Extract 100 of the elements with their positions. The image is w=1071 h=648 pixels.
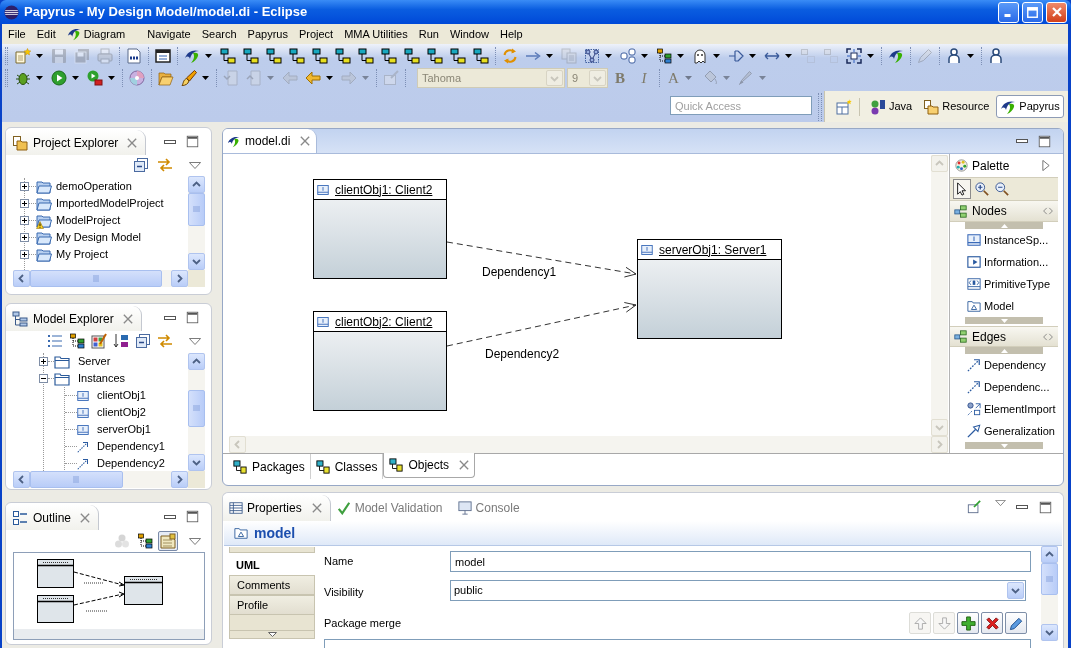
perspective-button[interactable]: Papyrus [996,95,1064,118]
maximize-icon[interactable] [1038,134,1051,148]
view-tab[interactable]: Model Validation [330,495,452,521]
palette-tool-button[interactable] [973,179,991,199]
palette-drawer-header[interactable]: Edges [950,326,1058,347]
close-icon[interactable] [122,313,133,324]
tree-item[interactable]: clientObj2 [77,404,149,421]
link-arrows-icon[interactable] [157,333,173,349]
palette-item[interactable]: ElementImport [950,398,1058,420]
collapse-all-icon[interactable] [135,333,151,349]
tree-item[interactable]: ModelProject [36,212,124,229]
scroll-right-button[interactable] [171,270,188,287]
list-icon[interactable] [47,333,63,349]
list-action-button[interactable] [981,612,1003,634]
editor-tab[interactable]: model.di [223,129,318,153]
tree-item[interactable]: My Project [36,246,111,263]
expand-icon[interactable] [20,199,29,208]
palette-item[interactable]: Dependenc... [950,376,1058,398]
scroll-down-button[interactable] [188,253,205,270]
minimize-icon[interactable] [164,139,176,144]
tree-item[interactable]: My Design Model [36,229,144,246]
view-menu-icon[interactable] [995,500,1006,506]
menu-item[interactable]: MMA Utilities [339,24,414,44]
tree-item[interactable]: ImportedModelProject [36,195,167,212]
palette-item[interactable]: Dependency [950,354,1058,376]
menu-item[interactable]: Search [196,24,243,44]
expand-icon[interactable] [39,357,48,366]
section-tab[interactable]: Comments [229,575,315,595]
vertical-scrollbar[interactable] [188,353,205,471]
tree-item[interactable]: demoOperation [36,178,135,195]
scrollbar-thumb[interactable] [188,193,205,226]
scroll-down-button[interactable] [1041,624,1058,641]
view-menu-icon[interactable] [189,337,201,345]
scrollbar-thumb[interactable] [30,270,162,287]
menu-item[interactable]: Help [495,24,529,44]
link-arrows-icon[interactable] [157,157,173,173]
expand-icon[interactable] [20,216,29,225]
section-tab[interactable]: Profile [229,595,315,615]
minimize-icon[interactable] [164,315,176,320]
view-menu-icon[interactable] [189,161,201,169]
scroll-up-button[interactable] [188,176,205,193]
view-tab[interactable]: Outline [6,505,100,530]
close-icon[interactable] [311,503,322,513]
scroll-left-button[interactable] [13,471,30,488]
menu-item[interactable]: Diagram [61,24,143,44]
combo-box[interactable]: public [450,580,1026,601]
horizontal-scrollbar[interactable] [13,471,188,488]
list-action-button[interactable] [1005,612,1027,634]
vertical-scrollbar[interactable] [1041,546,1058,641]
view-tab[interactable]: Console [451,495,529,521]
maximize-icon[interactable] [186,510,199,523]
minimize-button[interactable] [998,1,1019,23]
page-tab[interactable]: Objects [383,453,476,478]
close-icon[interactable] [80,512,91,523]
dropdown-button[interactable] [1007,582,1024,599]
tree-item[interactable]: serverObj1 [77,421,154,438]
palette-drawer-header[interactable]: Nodes [950,201,1058,222]
maximize-icon[interactable] [186,135,199,148]
expand-icon[interactable] [20,182,29,191]
tree-item[interactable]: clientObj1 [77,387,149,404]
text-field[interactable]: model [450,551,1031,572]
palette-item[interactable]: Model [950,295,1058,317]
tree-icon[interactable] [69,333,85,349]
view-tab[interactable]: Project Explorer [6,130,147,155]
vertical-scrollbar[interactable] [188,176,205,270]
expand-icon[interactable] [20,233,29,242]
maximize-button[interactable] [1022,1,1043,23]
view-tab[interactable]: Properties [223,495,331,521]
menu-item[interactable]: Project [293,24,340,44]
minimize-icon[interactable] [164,514,176,519]
quick-access-field[interactable]: Quick Access [670,96,812,115]
scroll-down-button[interactable] [188,454,205,471]
tree-item[interactable]: Dependency1 [77,438,168,455]
palette-item[interactable]: PrimitiveType [950,273,1058,295]
close-icon[interactable] [300,136,311,146]
scrollbar-thumb[interactable] [1041,563,1058,595]
perspective-button[interactable]: Java [866,95,917,118]
maximize-icon[interactable] [186,311,199,324]
menu-item[interactable]: Papyrus [242,24,294,44]
close-button[interactable] [1046,1,1067,23]
expand-icon[interactable] [20,250,29,259]
list-action-button[interactable] [957,612,979,634]
menu-item[interactable]: Edit [31,24,62,44]
horizontal-scrollbar[interactable] [13,270,188,287]
perspective-button[interactable]: Resource [919,95,994,118]
palette-item[interactable]: Information... [950,251,1058,273]
close-icon[interactable] [127,137,138,148]
scrollbar-thumb[interactable] [30,471,123,488]
menu-item[interactable]: Run [413,24,445,44]
palette-tool-button[interactable] [953,179,971,199]
sort-icon[interactable] [113,333,129,349]
view-tab[interactable]: Model Explorer [6,306,142,331]
triangle-icon[interactable] [1042,160,1050,171]
pin-icon[interactable] [967,500,981,514]
minimize-icon[interactable] [1016,505,1028,509]
tree-item[interactable]: Server [54,353,114,370]
maximize-icon[interactable] [1039,500,1052,514]
outline-tool-button[interactable] [135,531,155,551]
menu-item[interactable]: Navigate [142,24,197,44]
scroll-up-button[interactable] [188,353,205,370]
